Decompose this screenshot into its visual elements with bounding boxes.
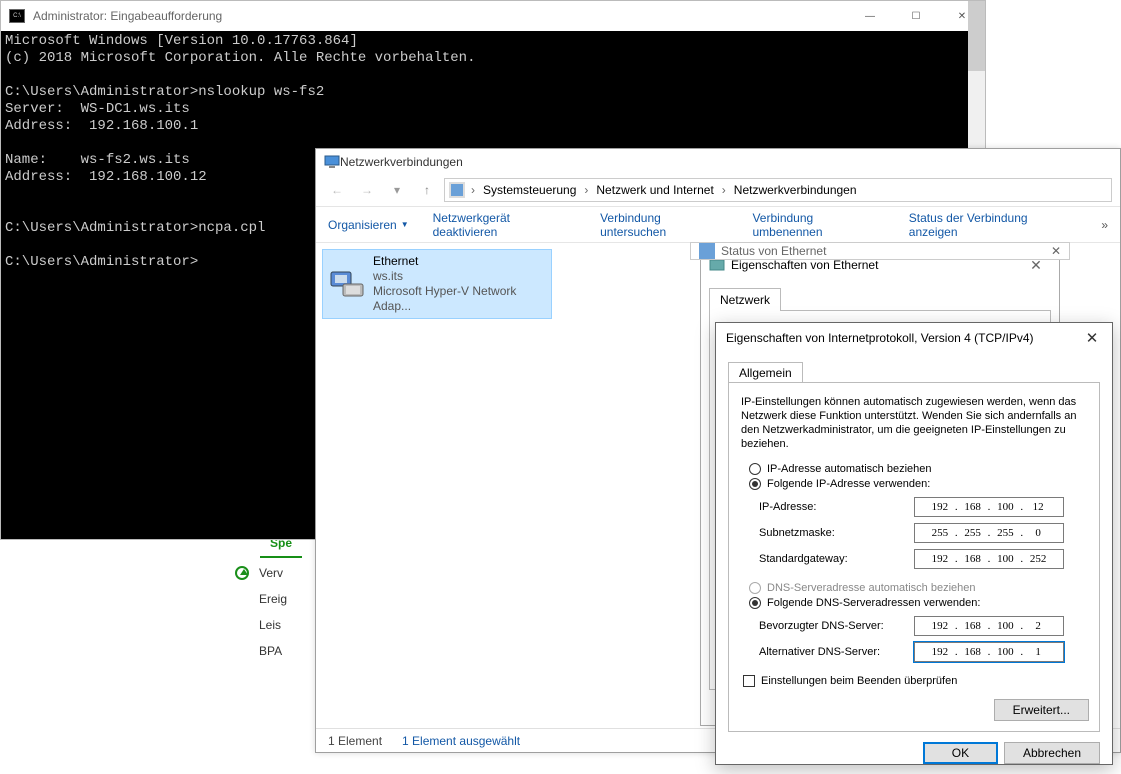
- minimize-button[interactable]: —: [847, 1, 893, 31]
- nav-recent-button[interactable]: ▾: [384, 177, 410, 203]
- preferred-dns-field[interactable]: 192. 168. 100. 2: [914, 616, 1064, 636]
- validate-label: Einstellungen beim Beenden überprüfen: [761, 675, 957, 687]
- explorer-titlebar[interactable]: Netzwerkverbindungen: [316, 149, 1120, 174]
- nav-forward-button[interactable]: →: [354, 177, 380, 203]
- bg-item: Leis: [259, 618, 281, 632]
- radio-icon: [749, 463, 761, 475]
- status-selected-count: 1 Element ausgewählt: [402, 734, 520, 748]
- organize-label: Organisieren: [328, 218, 397, 232]
- connection-domain: ws.its: [373, 269, 545, 284]
- connection-item-ethernet[interactable]: Ethernet ws.its Microsoft Hyper-V Networ…: [322, 249, 552, 319]
- chevron-right-icon: ›: [467, 183, 479, 197]
- gateway-label: Standardgateway:: [759, 553, 914, 565]
- radio-icon: [749, 478, 761, 490]
- subnet-mask-label: Subnetzmaske:: [759, 527, 914, 539]
- cmd-icon: [9, 9, 25, 23]
- radio-icon: [749, 582, 761, 594]
- preferred-dns-label: Bevorzugter DNS-Server:: [759, 620, 914, 632]
- radio-obtain-dns-auto: DNS-Serveradresse automatisch beziehen: [749, 582, 1087, 594]
- console-title: Administrator: Eingabeaufforderung: [33, 9, 222, 23]
- console-titlebar[interactable]: Administrator: Eingabeaufforderung — ☐ ✕: [1, 1, 985, 31]
- nav-back-button[interactable]: ←: [324, 177, 350, 203]
- validate-on-exit-checkbox[interactable]: Einstellungen beim Beenden überprüfen: [743, 675, 1087, 687]
- radio-auto-dns-label: DNS-Serveradresse automatisch beziehen: [767, 582, 976, 594]
- ethernet-status-title: Status von Ethernet: [721, 244, 826, 258]
- connection-name: Ethernet: [373, 254, 545, 269]
- toolbar-overflow-button[interactable]: »: [1101, 218, 1108, 232]
- control-panel-icon: [449, 182, 465, 198]
- scrollbar-thumb[interactable]: [968, 1, 985, 71]
- rename-button[interactable]: Verbindung umbenennen: [752, 211, 884, 239]
- checkbox-icon: [743, 675, 755, 687]
- breadcrumb-item[interactable]: Systemsteuerung: [481, 183, 578, 197]
- bg-item: BPA: [259, 644, 282, 658]
- eth-props-title: Eigenschaften von Ethernet: [731, 258, 878, 272]
- network-adapter-icon: [329, 266, 365, 302]
- status-button[interactable]: Status der Verbindung anzeigen: [909, 211, 1078, 239]
- explorer-navbar: ← → ▾ ↑ › Systemsteuerung › Netzwerk und…: [316, 174, 1120, 207]
- alternate-dns-label: Alternativer DNS-Server:: [759, 646, 914, 658]
- ipv4-properties-dialog: Eigenschaften von Internetprotokoll, Ver…: [715, 322, 1113, 765]
- chevron-right-icon: ›: [580, 183, 592, 197]
- ethernet-status-dialog-titlebar[interactable]: Status von Ethernet ✕: [690, 242, 1070, 260]
- maximize-button[interactable]: ☐: [893, 1, 939, 31]
- tab-general[interactable]: Allgemein: [728, 362, 803, 383]
- subnet-mask-field[interactable]: 255. 255. 255. 0: [914, 523, 1064, 543]
- ipv4-title: Eigenschaften von Internetprotokoll, Ver…: [726, 331, 1034, 345]
- radio-use-dns[interactable]: Folgende DNS-Serveradressen verwenden:: [749, 597, 1087, 609]
- disable-label: Netzwerkgerät deaktivieren: [433, 211, 576, 239]
- network-connections-icon: [324, 154, 340, 170]
- close-button[interactable]: ✕: [1051, 244, 1061, 258]
- ipv4-titlebar[interactable]: Eigenschaften von Internetprotokoll, Ver…: [716, 323, 1112, 353]
- status-label: Status der Verbindung anzeigen: [909, 211, 1078, 239]
- radio-auto-ip-label: IP-Adresse automatisch beziehen: [767, 463, 931, 475]
- advanced-button[interactable]: Erweitert...: [994, 699, 1089, 721]
- address-bar[interactable]: › Systemsteuerung › Netzwerk und Interne…: [444, 178, 1112, 202]
- close-button[interactable]: ✕: [1082, 329, 1102, 347]
- organize-menu[interactable]: Organisieren ▼: [328, 218, 409, 232]
- explorer-title: Netzwerkverbindungen: [340, 155, 463, 169]
- breadcrumb-item[interactable]: Netzwerkverbindungen: [732, 183, 859, 197]
- bg-item: Verv: [259, 566, 283, 580]
- ipv4-description: IP-Einstellungen können automatisch zuge…: [741, 395, 1087, 451]
- radio-use-ip-label: Folgende IP-Adresse verwenden:: [767, 478, 930, 490]
- alternate-dns-field[interactable]: 192. 168. 100. 1: [914, 642, 1064, 662]
- explorer-toolbar: Organisieren ▼ Netzwerkgerät deaktivieren…: [316, 207, 1120, 243]
- ok-button[interactable]: OK: [923, 742, 998, 764]
- rename-label: Verbindung umbenennen: [752, 211, 884, 239]
- chevron-right-icon: ›: [718, 183, 730, 197]
- chevron-down-icon: ▼: [401, 220, 409, 229]
- radio-obtain-ip-auto[interactable]: IP-Adresse automatisch beziehen: [749, 463, 1087, 475]
- nav-up-button[interactable]: ↑: [414, 177, 440, 203]
- ip-address-field[interactable]: 192. 168. 100. 12: [914, 497, 1064, 517]
- bg-item: Ereig: [259, 592, 287, 606]
- status-item-count: 1 Element: [328, 734, 382, 748]
- ip-address-label: IP-Adresse:: [759, 501, 914, 513]
- radio-icon: [749, 597, 761, 609]
- radio-use-dns-label: Folgende DNS-Serveradressen verwenden:: [767, 597, 980, 609]
- tab-network[interactable]: Netzwerk: [709, 288, 781, 311]
- connection-adapter: Microsoft Hyper-V Network Adap...: [373, 284, 545, 314]
- disable-device-button[interactable]: Netzwerkgerät deaktivieren: [433, 211, 576, 239]
- radio-use-ip[interactable]: Folgende IP-Adresse verwenden:: [749, 478, 1087, 490]
- diagnose-button[interactable]: Verbindung untersuchen: [600, 211, 728, 239]
- network-icon: [699, 243, 715, 259]
- gateway-field[interactable]: 192. 168. 100. 252: [914, 549, 1064, 569]
- diagnose-label: Verbindung untersuchen: [600, 211, 728, 239]
- up-arrow-icon: [235, 566, 249, 580]
- cancel-button[interactable]: Abbrechen: [1004, 742, 1100, 764]
- breadcrumb-item[interactable]: Netzwerk und Internet: [594, 183, 715, 197]
